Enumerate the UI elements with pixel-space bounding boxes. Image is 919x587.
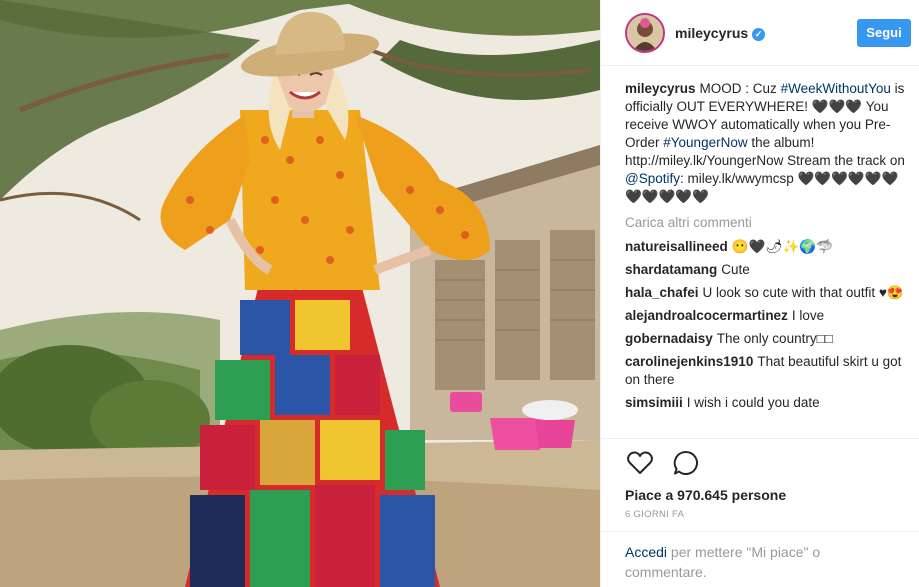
comment-item: shardatamang Cute [625,261,910,279]
post-timestamp[interactable]: 6 GIORNI FA [625,509,896,520]
like-button[interactable] [625,448,655,478]
photo-illustration [0,0,600,587]
comment-item: carolinejenkins1910 That beautiful skirt … [625,353,910,389]
comment-item: simsimiii I wish i could you date [625,394,910,412]
author-username[interactable]: mileycyrus ✓ [675,25,766,41]
post-header: mileycyrus ✓ Segui [601,0,919,66]
mention-link-spotify[interactable]: @Spotify [625,171,680,186]
likes-count[interactable]: Piace a 970.645 persone [625,487,896,503]
comment-text: U look so cute with that outfit ♥😍 [702,285,904,300]
avatar[interactable] [625,12,665,53]
avatar-image [627,14,663,51]
comment-text: 😶🖤🌶✨🌍🦈 [731,239,833,254]
comment-username[interactable]: simsimiii [625,395,683,410]
comment-item: gobernadaisy The only country□□ [625,330,910,348]
follow-button[interactable]: Segui [857,19,911,47]
comment-icon [673,450,698,475]
hashtag-link-weekwithoutyou[interactable]: #WeekWithoutYou [781,81,891,96]
heart-icon [627,451,653,474]
comment-text: I love [791,308,825,323]
caption-text-1: MOOD : Cuz [699,81,781,96]
action-icons [625,447,896,479]
post-caption: mileycyrus MOOD : Cuz #WeekWithoutYou is … [625,80,910,206]
comment-text: I wish i could you date [686,395,820,410]
comment-item: natureisallineed 😶🖤🌶✨🌍🦈 [625,238,910,256]
comment-text: Cute [721,262,750,277]
login-prompt: Accedi per mettere "Mi piace" o commenta… [601,531,919,587]
comment-username[interactable]: shardatamang [625,262,717,277]
comment-button[interactable] [671,448,701,478]
comment-item: alejandroalcocermartinez I love [625,307,910,325]
comment-username[interactable]: hala_chafei [625,285,699,300]
comment-username[interactable]: natureisallineed [625,239,728,254]
author-username-text[interactable]: mileycyrus [675,25,748,41]
verified-badge-icon: ✓ [752,27,766,41]
login-link[interactable]: Accedi [625,544,667,560]
comment-text: The only country□□ [716,331,833,346]
comment-username[interactable]: alejandroalcocermartinez [625,308,788,323]
comment-username[interactable]: carolinejenkins1910 [625,354,753,369]
load-more-comments-link[interactable]: Carica altri commenti [625,214,910,232]
post-sidebar: mileycyrus ✓ Segui mileycyrus MOOD : Cuz #… [600,0,919,587]
comment-username[interactable]: gobernadaisy [625,331,713,346]
post-photo[interactable] [0,0,600,587]
hashtag-link-youngernow[interactable]: #YoungerNow [663,135,747,150]
caption-username[interactable]: mileycyrus [625,81,696,96]
comment-item: hala_chafei U look so cute with that outf… [625,284,910,302]
comments-list: mileycyrus MOOD : Cuz #WeekWithoutYou is … [601,66,919,438]
